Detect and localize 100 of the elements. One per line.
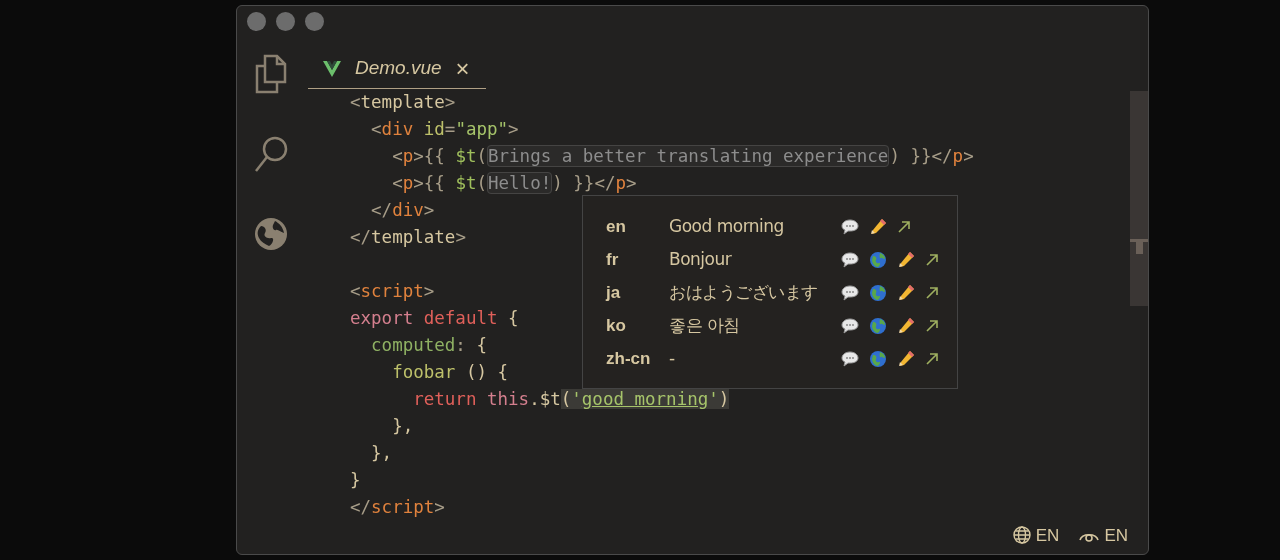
code-token: $t bbox=[455, 173, 477, 193]
arrow-icon[interactable] bbox=[925, 252, 939, 267]
code-token: > bbox=[423, 200, 435, 220]
status-label[interactable]: EN bbox=[1104, 522, 1128, 548]
code-token: div bbox=[392, 200, 424, 220]
pencil-icon[interactable] bbox=[897, 283, 915, 302]
inline-translation-hint: Hello! bbox=[487, 172, 553, 194]
arrow-icon[interactable] bbox=[925, 351, 939, 366]
code-token: < bbox=[370, 119, 382, 139]
code-token: script bbox=[360, 281, 424, 301]
inline-translation-hint: Brings a better translating experience bbox=[487, 145, 890, 167]
code-token: { bbox=[475, 335, 487, 355]
translation-text: Bonjour bbox=[669, 247, 733, 271]
code-token: < bbox=[391, 146, 403, 166]
globe-icon[interactable] bbox=[869, 250, 887, 269]
code-token: "app" bbox=[455, 119, 509, 139]
arrow-icon[interactable] bbox=[897, 219, 911, 234]
code-token: = bbox=[444, 119, 456, 139]
code-token: ) }}</ bbox=[889, 146, 953, 166]
locale-code: ja bbox=[606, 281, 622, 304]
code-token: div bbox=[381, 119, 414, 139]
code-token: </ bbox=[350, 497, 372, 517]
files-icon[interactable] bbox=[253, 54, 289, 94]
arrow-icon[interactable] bbox=[925, 285, 939, 300]
code-token: > bbox=[444, 92, 456, 112]
code-token: template bbox=[371, 227, 456, 247]
pencil-icon[interactable] bbox=[897, 250, 915, 269]
globe-icon[interactable] bbox=[869, 349, 887, 368]
code-token: default bbox=[422, 308, 498, 328]
window-control[interactable] bbox=[276, 12, 295, 31]
code-token: > bbox=[455, 227, 466, 247]
code-token: }, bbox=[370, 443, 393, 463]
window-control[interactable] bbox=[247, 12, 266, 31]
translation-text: - bbox=[669, 346, 676, 370]
code-token: id bbox=[422, 119, 445, 139]
code-token: </ bbox=[370, 200, 393, 220]
code-token: p bbox=[402, 146, 414, 166]
code-token: .$t bbox=[529, 389, 561, 409]
translation-text: おはようございます bbox=[669, 280, 819, 304]
translation-text: Good morning bbox=[669, 214, 785, 238]
code-token: p bbox=[615, 173, 626, 193]
pencil-icon[interactable] bbox=[897, 316, 915, 335]
tab-title: Demo.vue bbox=[355, 56, 442, 81]
code-token: foobar bbox=[391, 362, 456, 382]
code-token: ) }}</ bbox=[552, 173, 616, 193]
globe-icon[interactable] bbox=[253, 216, 289, 252]
comment-icon[interactable] bbox=[841, 218, 859, 235]
code-token: } bbox=[350, 470, 361, 490]
code-token: computed bbox=[370, 335, 456, 355]
comment-icon[interactable] bbox=[841, 350, 859, 367]
code-token: this bbox=[485, 389, 530, 409]
locale-code: ko bbox=[606, 314, 627, 337]
comment-icon[interactable] bbox=[841, 284, 859, 301]
code-token: export bbox=[350, 308, 414, 328]
code-token: < bbox=[391, 173, 403, 193]
search-icon[interactable] bbox=[253, 136, 289, 174]
code-token: < bbox=[350, 281, 361, 301]
globe-icon[interactable] bbox=[1012, 526, 1031, 545]
translation-text: 좋은 아침 bbox=[669, 313, 741, 337]
code-token: }, bbox=[391, 416, 414, 436]
code-token: < bbox=[350, 92, 361, 112]
code-token: > bbox=[508, 119, 519, 139]
code-token: > bbox=[963, 146, 974, 166]
comment-icon[interactable] bbox=[841, 317, 859, 334]
locale-code: zh-cn bbox=[606, 347, 652, 370]
comment-icon[interactable] bbox=[841, 251, 859, 268]
code-token: ' bbox=[708, 389, 719, 409]
code-token: ' bbox=[571, 389, 582, 409]
code-token: $t bbox=[455, 146, 477, 166]
code-token: () { bbox=[464, 362, 509, 382]
translation-key: good morning bbox=[581, 389, 709, 409]
code-token: ( bbox=[560, 389, 572, 409]
status-label[interactable]: EN bbox=[1035, 522, 1060, 548]
pencil-icon[interactable] bbox=[869, 217, 887, 236]
close-tab-button[interactable]: × bbox=[455, 56, 470, 81]
locale-code: fr bbox=[606, 248, 620, 271]
locale-code: en bbox=[606, 215, 627, 238]
globe-icon[interactable] bbox=[869, 316, 887, 335]
code-token: ( bbox=[476, 173, 487, 193]
arrow-icon[interactable] bbox=[925, 318, 939, 333]
code-token: ) bbox=[718, 389, 730, 409]
code-token: >{{ bbox=[413, 146, 446, 166]
code-token: > bbox=[423, 281, 435, 301]
code-token: </ bbox=[350, 227, 372, 247]
code-token: >{{ bbox=[413, 173, 446, 193]
editor-tab[interactable]: Demo.vue × bbox=[308, 49, 486, 89]
code-token: > bbox=[626, 173, 637, 193]
code-token: > bbox=[434, 497, 445, 517]
window-control[interactable] bbox=[305, 12, 324, 31]
code-token: p bbox=[402, 173, 414, 193]
scrollbar[interactable] bbox=[1130, 91, 1148, 306]
globe-icon[interactable] bbox=[869, 283, 887, 302]
pencil-icon[interactable] bbox=[897, 349, 915, 368]
code-token: script bbox=[371, 497, 435, 517]
code-token: template bbox=[360, 92, 445, 112]
code-token: : bbox=[455, 335, 466, 355]
code-token: ( bbox=[476, 146, 487, 166]
code-token: p bbox=[952, 146, 964, 166]
vue-logo-icon bbox=[323, 60, 341, 77]
code-token: { bbox=[507, 308, 519, 328]
